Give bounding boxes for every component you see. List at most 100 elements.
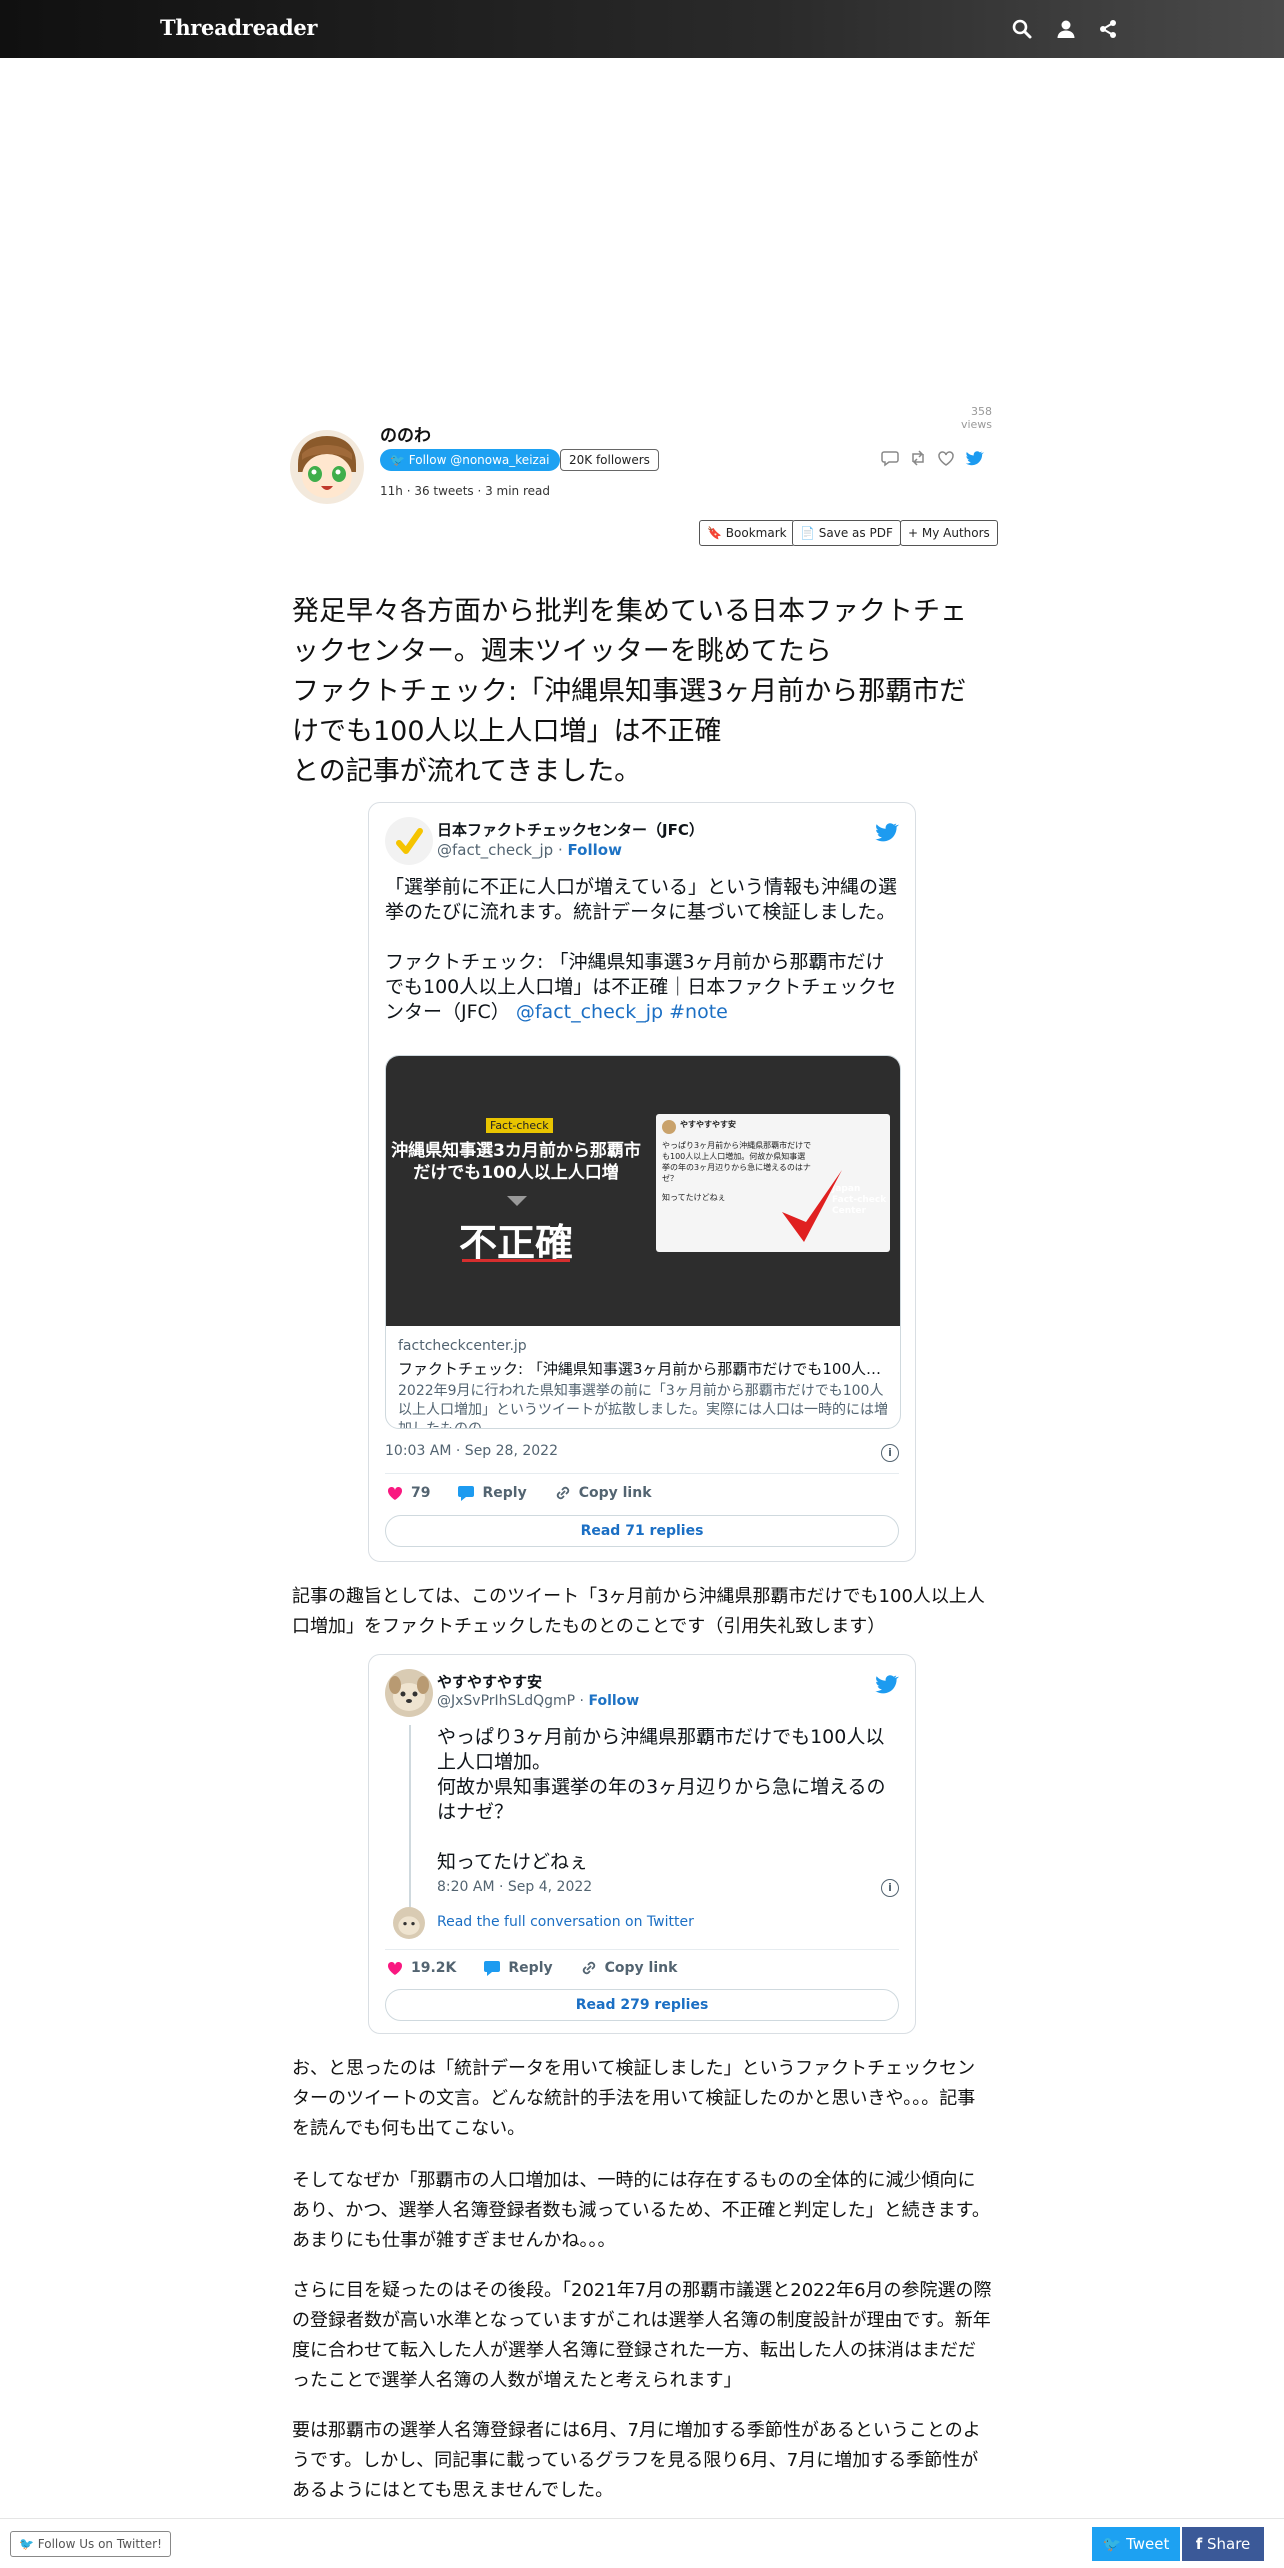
- author-avatar[interactable]: [290, 430, 364, 504]
- tweet-copy-link-action[interactable]: Copy link: [579, 1958, 678, 1978]
- tweet-body: 「選挙前に不正に人口が増えている」という情報も沖縄の選挙のたびに流れます。統計デ…: [385, 875, 901, 1025]
- jfc-avatar[interactable]: [385, 817, 433, 865]
- top-navbar: Threadreader: [0, 0, 1284, 58]
- reply-icon[interactable]: [880, 448, 900, 468]
- tweet-mention-link[interactable]: @fact_check_jp: [516, 1001, 663, 1023]
- brand-logo[interactable]: Threadreader: [160, 15, 317, 40]
- tweet-reply-action[interactable]: Reply: [456, 1483, 527, 1503]
- tweet-text-2: 何故か県知事選挙の年の3ヶ月辺りから急に増えるのはナゼ？: [437, 1776, 886, 1823]
- inner-tweet-name: やすやすやす安: [680, 1120, 736, 1129]
- twitter-bird-icon[interactable]: [873, 1671, 899, 1697]
- verdict-underline: [462, 1259, 570, 1262]
- tweet-share-label: Tweet: [1126, 2535, 1170, 2553]
- search-icon[interactable]: [1010, 17, 1034, 41]
- tweet-like-action[interactable]: 79: [385, 1483, 430, 1503]
- reply-bubble-icon: [458, 1486, 475, 1501]
- lead-line-2: ファクトチェック:「沖縄県知事選3ヶ月前から那覇市だけでも100人以上人口増」は…: [292, 676, 967, 747]
- tweet-follow-link[interactable]: Follow: [568, 841, 622, 859]
- red-check-icon: [782, 1170, 842, 1242]
- thread-paragraph-3: お、と思ったのは「統計データを用いて検証しました」というファクトチェックセンター…: [292, 2058, 976, 2139]
- thread-paragraph-5: さらに目を疑ったのはその後段。「2021年7月の那覇市議選と2022年6月の参院…: [292, 2280, 992, 2391]
- tweet-author-name[interactable]: やすやすやす安: [437, 1671, 542, 1692]
- tweet-text-1: 「選挙前に不正に人口が増えている」という情報も沖縄の選挙のたびに流れます。統計デ…: [385, 876, 898, 923]
- thread-paragraph-6: 要は那覇市の選挙人名簿登録者には6月、7月に増加する季節性があるということのよう…: [292, 2420, 981, 2501]
- tweet-copy-link-label: Copy link: [578, 1485, 652, 1501]
- embedded-tweet-quoted: やすやすやす安 @JxSvPrIhSLdQgmP · Follow やっぱり3ヶ…: [368, 1654, 916, 2034]
- thread-meta: 11h · 36 tweets · 3 min read: [380, 484, 551, 498]
- tweet-like-count: 19.2K: [411, 1960, 457, 1976]
- twitter-bird-icon[interactable]: [873, 819, 899, 845]
- facebook-share-button[interactable]: f Share: [1182, 2527, 1264, 2561]
- retweet-icon[interactable]: [908, 448, 928, 468]
- tweet-share-button[interactable]: 🐦 Tweet: [1092, 2527, 1180, 2561]
- follow-us-button[interactable]: 🐦 Follow Us on Twitter!: [10, 2531, 171, 2557]
- thread-lead-paragraph: 発足早々各方面から批判を集めている日本ファクトチェックセンター。週末ツイッターを…: [292, 592, 992, 792]
- tweet-hashtag-link[interactable]: #note: [669, 1001, 728, 1023]
- card-headline: 沖縄県知事選3カ月前から那覇市 だけでも100人以上人口増: [386, 1140, 646, 1184]
- link-icon: [582, 1961, 595, 1975]
- tweet-reply-label: Reply: [482, 1485, 527, 1501]
- link-card-domain: factcheckcenter.jp: [398, 1338, 527, 1354]
- tweet-like-count: 79: [411, 1485, 431, 1501]
- tweet-text-2: ファクトチェック: 「沖縄県知事選3ヶ月前から那覇市だけでも100人以上人口増」…: [385, 950, 901, 1025]
- user-icon[interactable]: [1054, 17, 1078, 41]
- card-inner-tweet: やすやすやす安 やっぱり3ヶ月前から沖縄県那覇市だけでも100人以上人口増加。何…: [656, 1114, 890, 1252]
- document-icon: 📄: [800, 526, 815, 540]
- inner-avatar: [662, 1120, 676, 1134]
- view-count: 358 views: [960, 405, 992, 431]
- inner-tweet-text-2: 知ってたけどねぇ: [662, 1193, 726, 1202]
- tweet-timestamp[interactable]: 10:03 AM · Sep 28, 2022: [385, 1443, 558, 1459]
- info-icon[interactable]: i: [881, 1879, 899, 1897]
- heart-icon: [387, 1961, 403, 1975]
- read-full-conversation-link[interactable]: Read the full conversation on Twitter: [437, 1914, 694, 1930]
- twitter-bird-icon: 🐦: [19, 2537, 34, 2551]
- heart-icon: [387, 1486, 403, 1500]
- like-icon[interactable]: [936, 448, 956, 468]
- bookmark-button[interactable]: 🔖 Bookmark: [699, 520, 795, 546]
- twitter-icon[interactable]: [964, 448, 984, 468]
- tweet-author-handle: @JxSvPrIhSLdQgmP · Follow: [437, 1693, 640, 1709]
- tweet-text-1: やっぱり3ヶ月前から沖縄県那覇市だけでも100人以上人口増加。: [437, 1726, 885, 1773]
- card-headline-line-1: 沖縄県知事選3カ月前から那覇市: [391, 1141, 641, 1161]
- read-replies-button[interactable]: Read 71 replies: [385, 1515, 899, 1547]
- tweet-body: やっぱり3ヶ月前から沖縄県那覇市だけでも100人以上人口増加。 何故か県知事選挙…: [437, 1725, 897, 1875]
- bookmark-label: Bookmark: [725, 526, 787, 540]
- lead-line-1: 発足早々各方面から批判を集めている日本ファクトチェックセンター。週末ツイッターを…: [292, 596, 967, 667]
- share-icon[interactable]: [1096, 17, 1120, 41]
- link-card-meta: factcheckcenter.jp ファクトチェック: 「沖縄県知事選3ヶ月前…: [398, 1338, 888, 1428]
- quoted-author-avatar[interactable]: [385, 1669, 433, 1717]
- follow-us-label: Follow Us on Twitter!: [37, 2537, 162, 2551]
- thread-paragraph-2: 記事の趣旨としては、このツイート「3ヶ月前から沖縄県那覇市だけでも100人以上人…: [292, 1586, 985, 1637]
- thread-paragraph-4: そしてなぜか「那覇市の人口増加は、一時的には存在するものの全体的に減少傾向にあり…: [292, 2170, 990, 2251]
- twitter-bird-icon: 🐦: [390, 453, 409, 467]
- author-name[interactable]: ののわ: [380, 421, 431, 446]
- tweet-author-name[interactable]: 日本ファクトチェックセンター（JFC）: [437, 819, 704, 840]
- thread-connector-line: [409, 1725, 411, 1931]
- fact-check-tag: Fact-check: [486, 1118, 553, 1133]
- tweet-reply-action[interactable]: Reply: [482, 1958, 553, 1978]
- tweet-copy-link-label: Copy link: [604, 1960, 678, 1976]
- tweet-handle-text[interactable]: @fact_check_jp: [437, 841, 553, 859]
- follow-author-label: Follow @nonowa_keizai: [408, 453, 550, 467]
- thread-actions: [880, 448, 984, 468]
- info-icon[interactable]: i: [881, 1444, 899, 1462]
- save-pdf-button[interactable]: 📄 Save as PDF: [792, 520, 901, 546]
- down-arrow-icon: [507, 1196, 527, 1206]
- link-card[interactable]: Fact-check 沖縄県知事選3カ月前から那覇市 だけでも100人以上人口増…: [385, 1055, 901, 1429]
- tweet-like-action[interactable]: 19.2K: [385, 1958, 456, 1978]
- bottom-share-bar: 🐦 Follow Us on Twitter! 🐦 Tweet f Share: [0, 2518, 1284, 2568]
- my-authors-label: My Authors: [921, 526, 990, 540]
- followers-badge[interactable]: 20K followers: [560, 449, 659, 471]
- tweet-copy-link-action[interactable]: Copy link: [553, 1483, 652, 1503]
- tweet-timestamp[interactable]: 8:20 AM · Sep 4, 2022: [437, 1879, 592, 1895]
- read-replies-button[interactable]: Read 279 replies: [385, 1989, 899, 2021]
- bookmark-icon: 🔖: [707, 526, 722, 540]
- reply-bubble-icon: [484, 1961, 501, 1976]
- my-authors-button[interactable]: + My Authors: [900, 520, 998, 546]
- tweet-follow-link[interactable]: Follow: [588, 1693, 639, 1709]
- tweet-handle-text[interactable]: @JxSvPrIhSLdQgmP: [437, 1693, 575, 1709]
- link-card-image: Fact-check 沖縄県知事選3カ月前から那覇市 だけでも100人以上人口増…: [386, 1056, 900, 1326]
- tweet-reply-label: Reply: [508, 1960, 553, 1976]
- follow-author-button[interactable]: 🐦 Follow @nonowa_keizai: [380, 449, 560, 471]
- facebook-icon: f: [1195, 2535, 1203, 2553]
